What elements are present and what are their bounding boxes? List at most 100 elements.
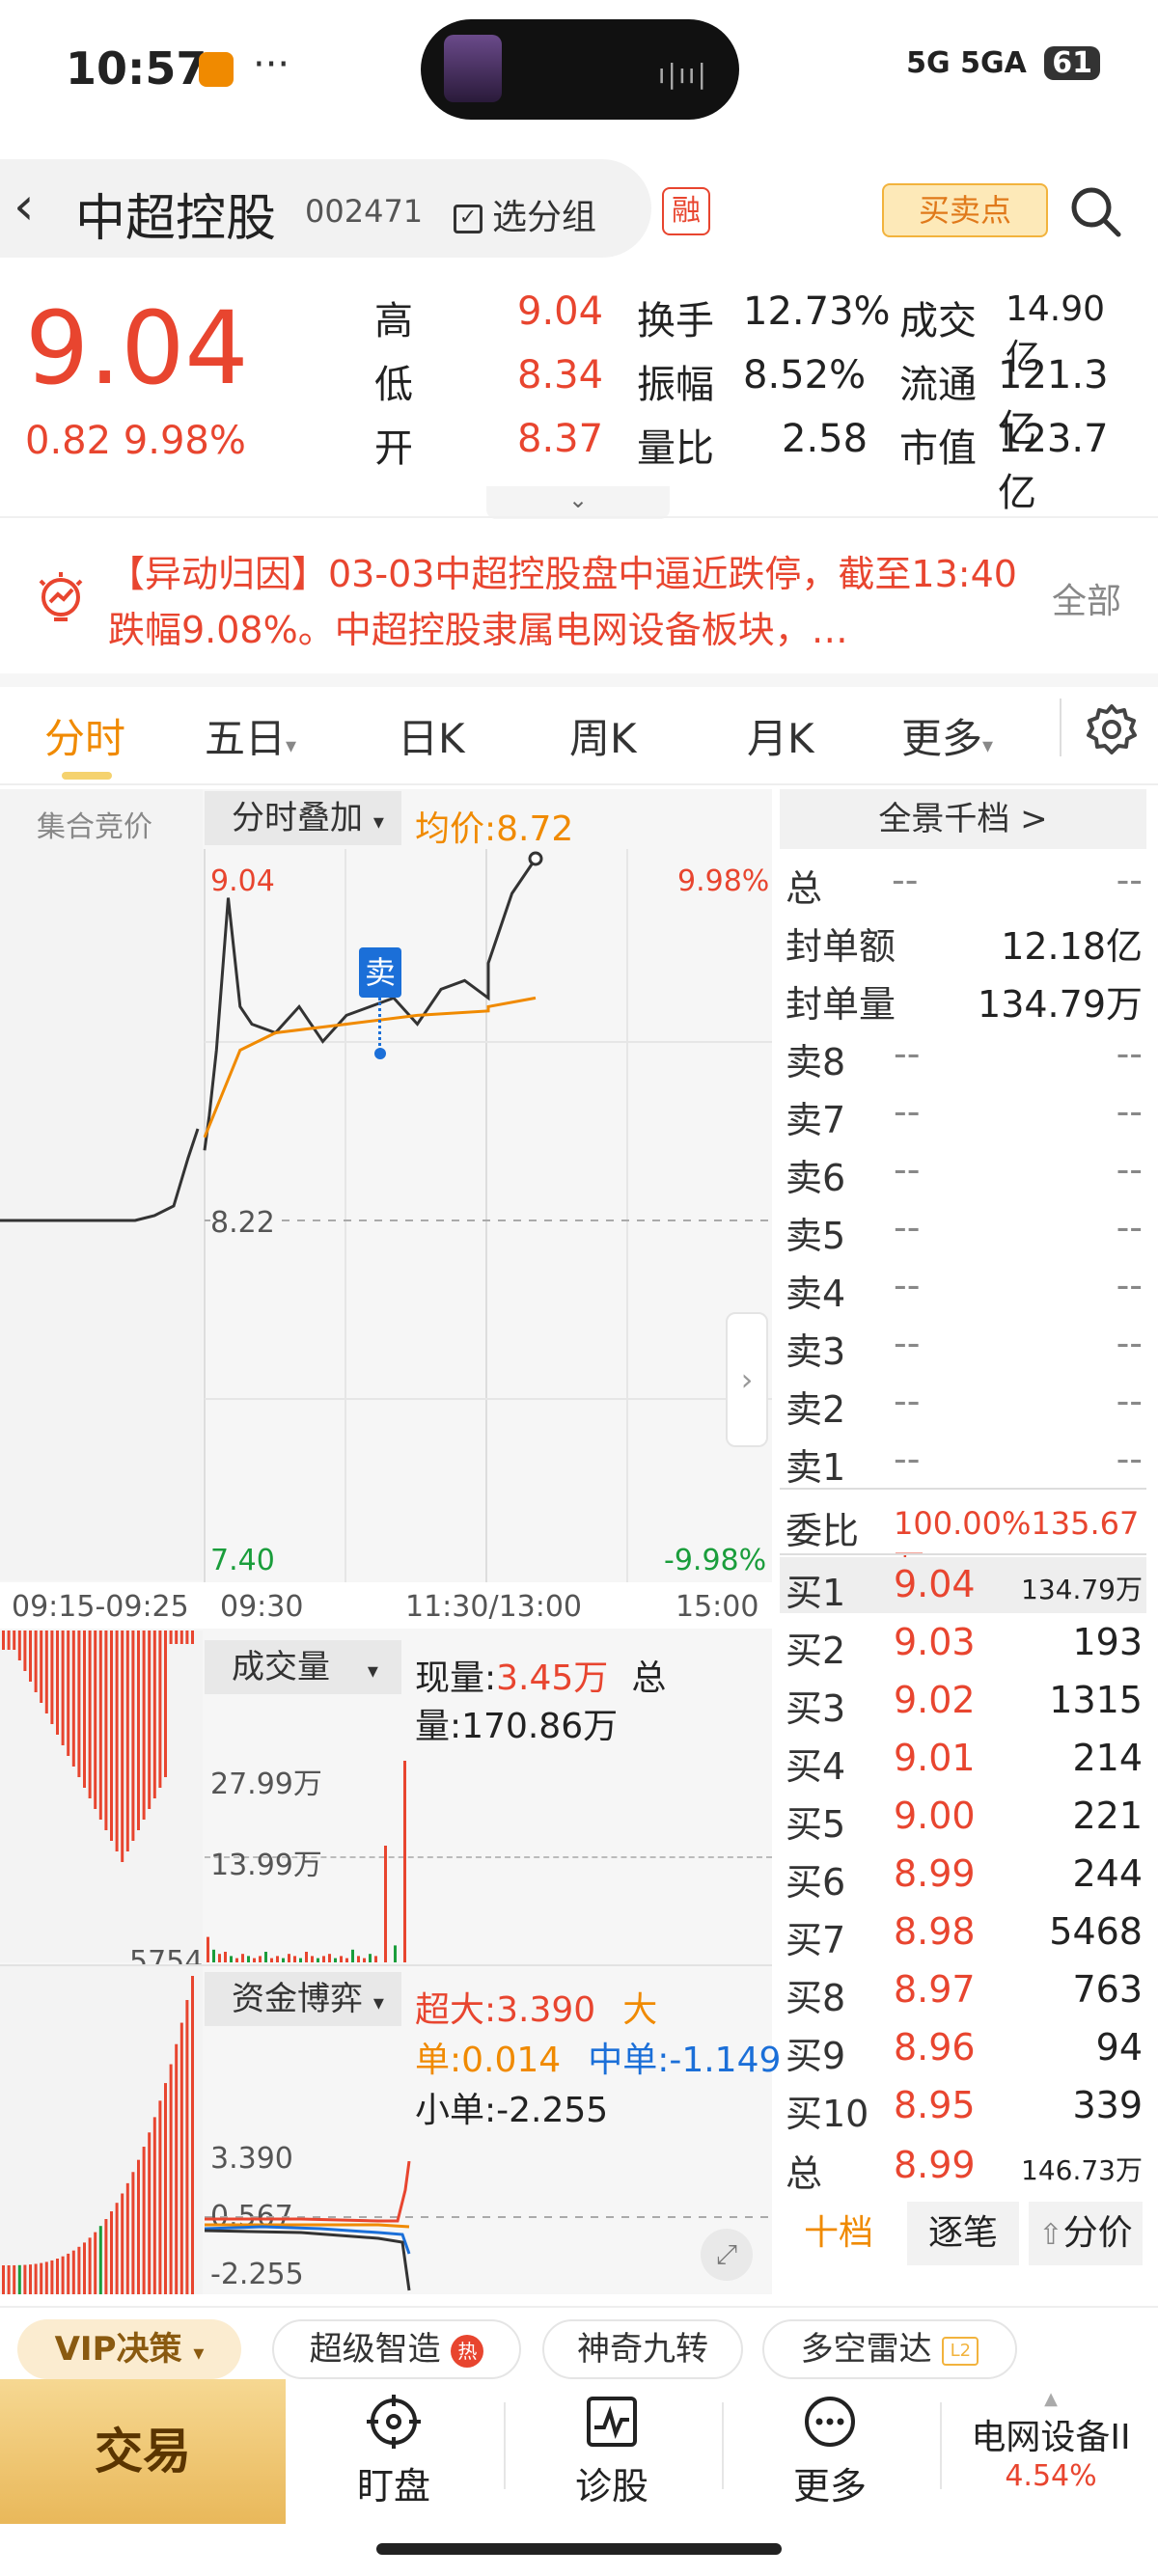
sell-marker-line — [378, 998, 381, 1052]
volume-bar — [264, 1952, 267, 1962]
nav-more[interactable]: 更多 — [722, 2379, 938, 2524]
auction-volume-bar — [185, 1631, 189, 1644]
hot-badge-icon: 热 — [451, 2334, 484, 2368]
news-text[interactable]: 【异动归因】03-03中超控股盘中逼近跌停，截至13:40跌幅9.08%。中超控… — [108, 546, 1034, 658]
avg-price: 均价:8.72 — [415, 809, 574, 849]
volume-bars — [207, 1761, 406, 1962]
gear-icon[interactable] — [1085, 702, 1139, 756]
chip-bull-bear-radar[interactable]: 多空雷达 L2 — [762, 2319, 1017, 2379]
ob-sell-row[interactable]: 卖8 -- -- — [786, 1025, 1146, 1083]
ob-vol: 1315 — [1049, 1679, 1143, 1721]
volume-bar — [253, 1958, 256, 1962]
ob-buy-row[interactable]: 买9 8.96 94 — [786, 2018, 1146, 2077]
fullscreen-icon[interactable]: ⤢ — [701, 2229, 753, 2281]
volume-dropdown[interactable]: 成交量 ▾ — [205, 1640, 401, 1694]
margin-trading-badge[interactable]: 融 — [662, 187, 710, 235]
search-icon[interactable] — [1067, 183, 1123, 239]
sector-widget[interactable]: ▲ 电网设备II 4.54% — [950, 2389, 1152, 2493]
auction-fund-bar — [131, 2172, 135, 2294]
fund-stats: 超大:3.390 大 — [415, 1982, 657, 2032]
tab-five-day[interactable]: 五日▾ — [205, 706, 296, 765]
ob-buy-row[interactable]: 买10 8.95 339 — [786, 2076, 1146, 2135]
overlay-dropdown[interactable]: 分时叠加 ▾ — [205, 791, 401, 845]
volume-bar — [230, 1956, 233, 1962]
tab-intraday[interactable]: 分时 — [44, 706, 125, 765]
tab-weekly-k[interactable]: 周K — [569, 706, 637, 765]
ob-key: 买8 — [786, 1977, 846, 2019]
radar-badge-icon: L2 — [942, 2336, 979, 2366]
ob-key: 总 — [786, 2152, 823, 2195]
stat-label: 量比 — [637, 426, 714, 471]
ob-key: 卖3 — [786, 1330, 846, 1373]
tab-price-distribution[interactable]: ⇧分价 — [1029, 2202, 1143, 2265]
ob-buy-row[interactable]: 买7 8.98 5468 — [786, 1903, 1146, 1961]
ob-key: 买10 — [786, 2093, 869, 2135]
expand-orderbook-chevron-icon[interactable]: › — [726, 1312, 768, 1447]
ob-key: 总 — [786, 867, 823, 910]
auction-volume-bar — [23, 1631, 27, 1671]
auction-volume-bar — [77, 1631, 81, 1777]
full-depth-button[interactable]: 全景千档 > — [780, 789, 1146, 849]
ob-buy-row[interactable]: 买1 9.04 134.79万 — [786, 1555, 1146, 1614]
ob-vol: 134.79万 — [978, 983, 1143, 1026]
chip-super-manufacturing[interactable]: 超级智造 热 — [272, 2319, 521, 2379]
fund-dropdown[interactable]: 资金博弈 ▾ — [205, 1972, 401, 2026]
auction-fund-bar — [44, 2261, 48, 2294]
home-indicator[interactable] — [376, 2543, 782, 2555]
divider — [0, 2306, 1158, 2308]
auction-fund-bar — [158, 2100, 162, 2294]
expand-chevron-icon[interactable]: ⌄ — [486, 486, 670, 519]
auction-volume-bar — [56, 1631, 59, 1735]
ob-sell-row[interactable]: 卖4 -- -- — [786, 1256, 1146, 1315]
auction-volume-bar — [34, 1631, 38, 1692]
ob-vol: -- — [1116, 1032, 1143, 1075]
select-group-button[interactable]: ✓ 选分组 — [454, 189, 596, 239]
sell-marker[interactable]: 卖 — [359, 947, 401, 998]
ob-sell-row[interactable]: 卖7 -- -- — [786, 1082, 1146, 1141]
tab-daily-k[interactable]: 日K — [398, 706, 465, 765]
nav-diagnose[interactable]: 诊股 — [504, 2379, 720, 2524]
auction-fund-bar — [88, 2237, 92, 2294]
dynamic-island[interactable]: ı|ıı| — [421, 19, 739, 120]
ob-sell-row[interactable]: 卖2 -- -- — [786, 1372, 1146, 1431]
ob-buy-row[interactable]: 买6 8.99 244 — [786, 1845, 1146, 1904]
fund-lines — [205, 2161, 772, 2291]
more-dots-icon — [805, 2397, 855, 2447]
ob-buy-row[interactable]: 买3 9.02 1315 — [786, 1671, 1146, 1730]
auction-fund-bar — [77, 2246, 81, 2294]
ob-key: 封单量 — [786, 983, 896, 1026]
ob-key: 卖1 — [786, 1446, 846, 1489]
ob-sell-row[interactable]: 卖5 -- -- — [786, 1198, 1146, 1257]
vip-decision-button[interactable]: VIP决策 ▾ — [17, 2319, 241, 2379]
ob-vol: -- — [1116, 859, 1143, 901]
buy-sell-point-button[interactable]: 买卖点 — [882, 183, 1048, 237]
tab-ten-levels[interactable]: 十档 — [786, 2202, 892, 2265]
ob-price: -- — [892, 859, 919, 901]
trade-button[interactable]: 交易 — [0, 2379, 286, 2524]
time-label: 09:30 — [220, 1590, 304, 1624]
select-group-label: 选分组 — [492, 198, 597, 237]
ob-sell-row[interactable]: 卖3 -- -- — [786, 1314, 1146, 1373]
stat-label: 高 — [374, 299, 413, 343]
tab-more[interactable]: 更多▾ — [901, 706, 993, 765]
chip-magic-nine[interactable]: 神奇九转 — [542, 2319, 743, 2379]
tab-monthly-k[interactable]: 月K — [747, 706, 814, 765]
auction-fund-bar — [104, 2219, 108, 2294]
auction-volume-bar — [61, 1631, 65, 1745]
volume-bar — [241, 1954, 244, 1962]
ob-sell-row[interactable]: 卖1 -- -- — [786, 1430, 1146, 1489]
ob-vol: 146.73万 — [1021, 2154, 1143, 2186]
auction-fund-bar — [110, 2211, 113, 2294]
ob-price: 8.99 — [894, 1852, 976, 1895]
ob-buy-row[interactable]: 买5 9.00 221 — [786, 1787, 1146, 1846]
ob-buy-row[interactable]: 买2 9.03 193 — [786, 1613, 1146, 1672]
ob-buy-row[interactable]: 买4 9.01 214 — [786, 1729, 1146, 1788]
ob-buy-row[interactable]: 买8 8.97 763 — [786, 1960, 1146, 2019]
ob-sell-row[interactable]: 卖6 -- -- — [786, 1140, 1146, 1199]
tab-tick-by-tick[interactable]: 逐笔 — [907, 2202, 1019, 2265]
ob-price: 9.01 — [894, 1737, 976, 1779]
volume-bar — [305, 1952, 308, 1962]
all-news-button[interactable]: 全部 — [1052, 573, 1121, 623]
back-icon[interactable]: ‹ — [14, 176, 35, 236]
nav-watch[interactable]: 盯盘 — [286, 2379, 502, 2524]
